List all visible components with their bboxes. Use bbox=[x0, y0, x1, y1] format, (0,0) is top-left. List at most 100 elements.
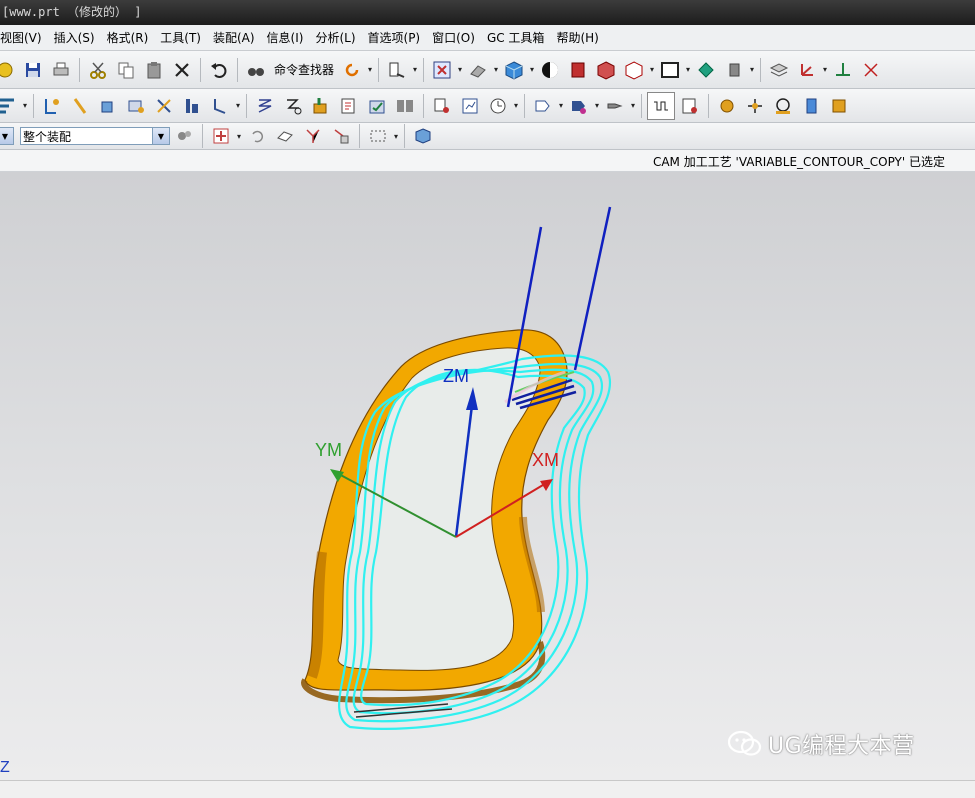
cut-icon[interactable] bbox=[85, 57, 111, 83]
cylinder-icon[interactable] bbox=[798, 93, 824, 119]
postprocess-icon[interactable] bbox=[336, 93, 362, 119]
toolbar-separator bbox=[202, 124, 203, 148]
chevron-down-icon[interactable]: ▾ bbox=[392, 132, 400, 141]
chevron-down-icon[interactable]: ▾ bbox=[528, 65, 536, 74]
machining-time-icon[interactable] bbox=[485, 93, 511, 119]
transform-icon[interactable] bbox=[714, 93, 740, 119]
menu-information[interactable]: 信息(I) bbox=[261, 29, 310, 46]
point-create-icon[interactable] bbox=[742, 93, 768, 119]
chevron-down-icon[interactable]: ▾ bbox=[648, 65, 656, 74]
program-order-view-icon[interactable] bbox=[179, 93, 205, 119]
menu-view[interactable]: 视图(V) bbox=[0, 29, 48, 46]
chevron-down-icon[interactable]: ▾ bbox=[235, 132, 243, 141]
select-face-icon[interactable] bbox=[272, 123, 298, 149]
menu-tools[interactable]: 工具(T) bbox=[154, 29, 207, 46]
menu-insert[interactable]: 插入(S) bbox=[48, 29, 101, 46]
chevron-down-icon[interactable]: ▾ bbox=[456, 65, 464, 74]
axis-icon[interactable] bbox=[858, 57, 884, 83]
create-method-icon[interactable] bbox=[123, 93, 149, 119]
graphics-viewport[interactable]: ZM YM XM bbox=[0, 172, 975, 780]
undo-selection-icon[interactable] bbox=[244, 123, 270, 149]
datum-csys-icon[interactable] bbox=[794, 57, 820, 83]
paste-icon[interactable] bbox=[141, 57, 167, 83]
solid-body-icon[interactable] bbox=[410, 123, 436, 149]
background-icon[interactable] bbox=[537, 57, 563, 83]
filter-select[interactable]: ▼ bbox=[0, 127, 14, 145]
measure-icon[interactable] bbox=[384, 57, 410, 83]
replay-toolpath-icon[interactable] bbox=[280, 93, 306, 119]
shop-doc-icon[interactable] bbox=[364, 93, 390, 119]
toolbar-separator bbox=[524, 93, 525, 118]
menu-help[interactable]: 帮助(H) bbox=[550, 29, 604, 46]
view-orient-icon[interactable] bbox=[465, 57, 491, 83]
select-edge-icon[interactable] bbox=[300, 123, 326, 149]
new-icon[interactable] bbox=[0, 57, 18, 83]
chevron-down-icon[interactable]: ▾ bbox=[512, 101, 520, 110]
layer-icon[interactable] bbox=[766, 57, 792, 83]
chevron-down-icon[interactable]: ▾ bbox=[821, 65, 829, 74]
window-title: [www.prt （修改的） ] bbox=[0, 0, 975, 25]
fit-view-icon[interactable] bbox=[429, 57, 455, 83]
chevron-down-icon[interactable]: ▾ bbox=[366, 65, 374, 74]
batch-process-icon[interactable] bbox=[392, 93, 418, 119]
create-program-icon[interactable] bbox=[39, 93, 65, 119]
tool-list-icon[interactable] bbox=[429, 93, 455, 119]
point-icon[interactable] bbox=[830, 57, 856, 83]
command-finder-button[interactable]: 命令查找器 bbox=[274, 61, 334, 78]
chevron-down-icon[interactable]: ▾ bbox=[234, 101, 242, 110]
snap-point-icon[interactable] bbox=[208, 123, 234, 149]
chevron-down-icon[interactable]: ▼ bbox=[152, 128, 169, 144]
chevron-down-icon[interactable]: ▾ bbox=[411, 65, 419, 74]
chevron-down-icon[interactable]: ▾ bbox=[21, 101, 29, 110]
display-tool-icon[interactable] bbox=[566, 93, 592, 119]
menu-assembly[interactable]: 装配(A) bbox=[207, 29, 261, 46]
verify-toolpath-icon[interactable] bbox=[308, 93, 334, 119]
create-geometry-icon[interactable] bbox=[95, 93, 121, 119]
color-box-icon[interactable] bbox=[657, 57, 683, 83]
create-operation-icon[interactable] bbox=[151, 93, 177, 119]
save-icon[interactable] bbox=[20, 57, 46, 83]
menu-window[interactable]: 窗口(O) bbox=[426, 29, 481, 46]
block-icon[interactable] bbox=[826, 93, 852, 119]
chevron-down-icon[interactable]: ▾ bbox=[593, 101, 601, 110]
section-icon[interactable] bbox=[565, 57, 591, 83]
circle-icon[interactable] bbox=[770, 93, 796, 119]
generate-toolpath-icon[interactable] bbox=[252, 93, 278, 119]
create-tool-icon[interactable] bbox=[67, 93, 93, 119]
chevron-down-icon[interactable]: ▾ bbox=[492, 65, 500, 74]
operation-navigator-icon[interactable] bbox=[0, 93, 20, 119]
report-icon[interactable] bbox=[457, 93, 483, 119]
menu-gc-toolbox[interactable]: GC 工具箱 bbox=[481, 29, 551, 46]
toolbar-separator bbox=[79, 57, 80, 82]
binoculars-icon[interactable] bbox=[243, 57, 269, 83]
assembly-scope-select[interactable]: 整个装配 ▼ bbox=[20, 127, 170, 145]
print-icon[interactable] bbox=[48, 57, 74, 83]
shaded-cube-icon[interactable] bbox=[501, 57, 527, 83]
chevron-down-icon[interactable]: ▾ bbox=[748, 65, 756, 74]
object-icon[interactable] bbox=[677, 93, 703, 119]
toolbar-separator bbox=[200, 57, 201, 82]
move-component-icon[interactable] bbox=[693, 57, 719, 83]
tool-holder-icon[interactable] bbox=[602, 93, 628, 119]
menu-preferences[interactable]: 首选项(P) bbox=[362, 29, 427, 46]
display-toolpath-icon[interactable] bbox=[530, 93, 556, 119]
machine-tool-view-icon[interactable] bbox=[207, 93, 233, 119]
refresh-icon[interactable] bbox=[339, 57, 365, 83]
chevron-down-icon[interactable]: ▾ bbox=[557, 101, 565, 110]
axis-label-z: ZM bbox=[443, 366, 469, 386]
cube-red-icon[interactable] bbox=[593, 57, 619, 83]
feeds-speeds-icon[interactable] bbox=[647, 91, 675, 120]
chevron-down-icon[interactable]: ▾ bbox=[629, 101, 637, 110]
wcs-icon[interactable] bbox=[721, 57, 747, 83]
selection-settings-icon[interactable] bbox=[171, 123, 197, 149]
undo-icon[interactable] bbox=[206, 57, 232, 83]
menu-format[interactable]: 格式(R) bbox=[101, 29, 155, 46]
delete-icon[interactable] bbox=[169, 57, 195, 83]
chevron-down-icon[interactable]: ▼ bbox=[0, 128, 13, 144]
select-feature-icon[interactable] bbox=[328, 123, 354, 149]
menu-analysis[interactable]: 分析(L) bbox=[309, 29, 361, 46]
copy-icon[interactable] bbox=[113, 57, 139, 83]
select-box-icon[interactable] bbox=[365, 123, 391, 149]
cube-outline-icon[interactable] bbox=[621, 57, 647, 83]
chevron-down-icon[interactable]: ▾ bbox=[684, 65, 692, 74]
